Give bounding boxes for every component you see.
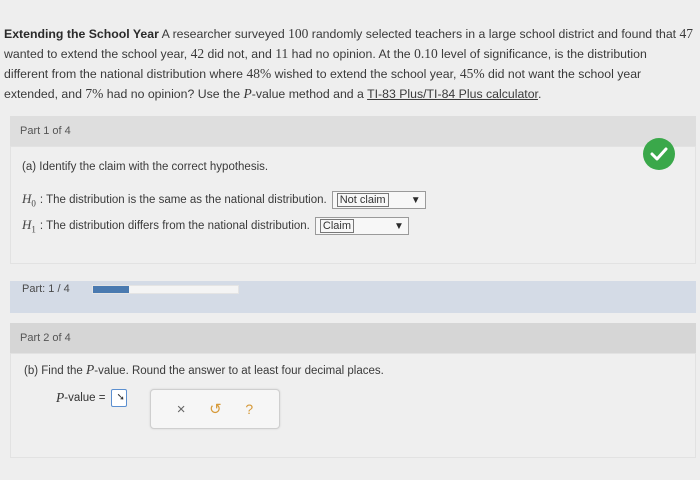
- part2-header-label: Part 2 of 4: [20, 332, 71, 344]
- problem-text: randomly selected teachers in a large sc…: [308, 27, 680, 41]
- help-button[interactable]: ?: [245, 401, 253, 417]
- pct-not-extend: 45%: [459, 66, 485, 81]
- problem-text: wanted to extend the school year,: [4, 47, 191, 61]
- h1-selected-value: Claim: [319, 219, 354, 233]
- problem-title: Extending the School Year: [4, 27, 159, 41]
- h1-claim-dropdown[interactable]: Claim ▼: [314, 217, 409, 235]
- dropdown-arrow-icon: ▼: [393, 220, 404, 232]
- h0-text: : The distribution is the same as the na…: [39, 194, 327, 206]
- h0-claim-dropdown[interactable]: Not claim ▼: [331, 191, 426, 209]
- progress-fill: [93, 286, 130, 293]
- pvalue-answer-input[interactable]: ➘: [111, 389, 128, 407]
- problem-text: wished to extend the school year,: [271, 67, 460, 81]
- calculator-link[interactable]: TI-83 Plus/TI-84 Plus calculator: [367, 87, 538, 101]
- dropdown-arrow-icon: ▼: [410, 194, 421, 206]
- pvalue-row: P -value = ➘: [56, 389, 128, 407]
- h0-selected-value: Not claim: [336, 193, 389, 207]
- part1-header: Part 1 of 4: [10, 116, 696, 146]
- count-no-opinion: 11: [275, 46, 289, 61]
- problem-text: did not, and: [204, 47, 276, 61]
- correct-check-icon: [643, 138, 675, 170]
- part1-question: (a) Identify the claim with the correct …: [22, 161, 269, 173]
- alpha-level: 0.10: [414, 46, 438, 61]
- p-variable: P: [243, 86, 252, 101]
- progress-bar: [92, 285, 239, 294]
- sample-size: 100: [288, 26, 309, 41]
- part2-header: Part 2 of 4: [10, 323, 696, 353]
- p-variable: P: [86, 362, 95, 377]
- pct-extend: 48%: [246, 66, 272, 81]
- problem-text: had no opinion? Use the: [103, 87, 244, 101]
- pvalue-label: P: [56, 390, 65, 405]
- problem-text: .: [537, 87, 542, 101]
- clear-button[interactable]: ×: [177, 401, 186, 418]
- count-yes: 47: [679, 26, 694, 41]
- cursor-icon: ➘: [116, 392, 125, 403]
- progress-label: Part: 1 / 4: [22, 283, 70, 295]
- h1-text: : The distribution differs from the nati…: [39, 220, 310, 232]
- part2-question: (b) Find the P-value. Round the answer t…: [24, 362, 384, 377]
- pct-no-opinion: 7%: [85, 86, 104, 101]
- count-no: 42: [190, 46, 205, 61]
- problem-text: A researcher surveyed: [158, 27, 289, 41]
- problem-text: -value method and a: [251, 87, 368, 101]
- h0-row: H0 : The distribution is the same as the…: [22, 191, 426, 209]
- part1-header-label: Part 1 of 4: [20, 125, 71, 137]
- pvalue-suffix: -value =: [64, 392, 106, 404]
- undo-button[interactable]: ↺: [209, 400, 222, 418]
- answer-tools: × ↺ ?: [150, 389, 280, 429]
- problem-statement: Extending the School Year A researcher s…: [4, 24, 694, 104]
- h0-symbol: H0: [22, 191, 36, 209]
- h1-row: H1 : The distribution differs from the n…: [22, 217, 409, 235]
- h1-symbol: H1: [22, 217, 36, 235]
- problem-text: had no opinion. At the: [288, 47, 415, 61]
